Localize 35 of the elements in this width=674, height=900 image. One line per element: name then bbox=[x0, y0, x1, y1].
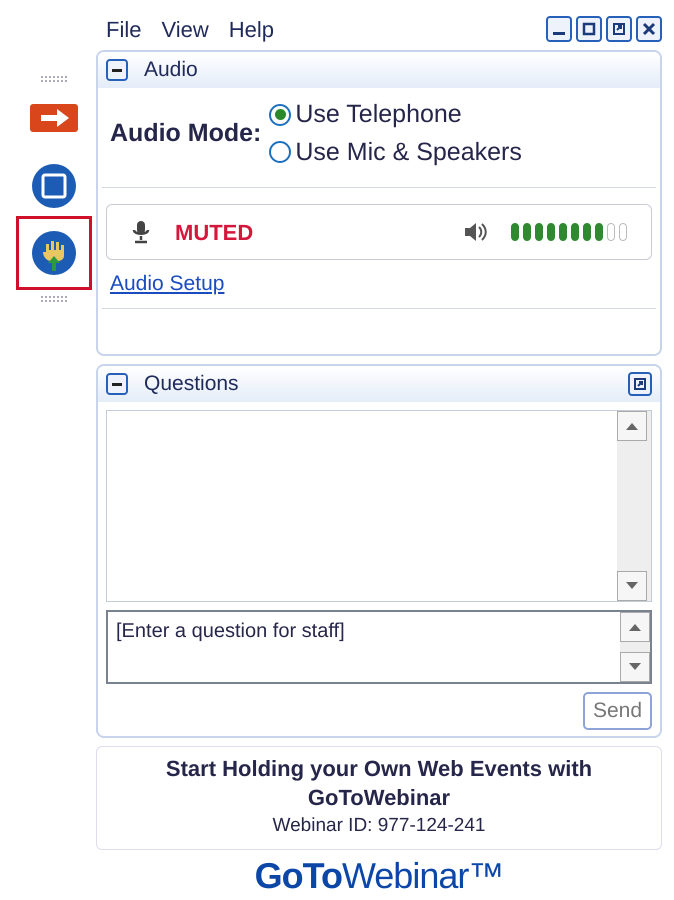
maximize-icon bbox=[581, 21, 597, 37]
close-icon bbox=[641, 21, 657, 37]
audio-mode-label: Audio Mode: bbox=[110, 118, 262, 149]
restore-button[interactable] bbox=[606, 16, 632, 42]
scroll-up-button[interactable] bbox=[617, 411, 647, 441]
webinar-id: Webinar ID: 977-124-241 bbox=[272, 814, 486, 838]
popout-button[interactable] bbox=[628, 372, 652, 396]
scroll-down-button[interactable] bbox=[617, 571, 647, 601]
microphone-icon bbox=[131, 220, 151, 244]
close-button[interactable] bbox=[636, 16, 662, 42]
collapse-button[interactable] bbox=[106, 373, 128, 395]
minimize-button[interactable] bbox=[546, 16, 572, 42]
muted-status: MUTED bbox=[175, 218, 254, 246]
logo: GoToWebinar™ bbox=[254, 858, 504, 894]
hand-icon bbox=[31, 230, 77, 276]
panel-title: Questions bbox=[144, 371, 239, 398]
radio-option[interactable]: Use Mic & Speakers bbox=[269, 134, 522, 171]
menu-item[interactable]: File bbox=[96, 12, 152, 46]
maximize-button[interactable] bbox=[576, 16, 602, 42]
audio-setup-link[interactable]: Audio Setup bbox=[110, 268, 224, 300]
radio-option[interactable]: Use Telephone bbox=[269, 96, 522, 134]
speaker-icon bbox=[463, 221, 487, 243]
restore-icon bbox=[611, 21, 627, 37]
hand-tool-button[interactable] bbox=[16, 216, 92, 290]
popout-icon bbox=[633, 377, 647, 391]
promo-headline: Start Holding your Own Web Events with GoToWebinar bbox=[164, 755, 594, 812]
down-arrow-icon bbox=[625, 581, 639, 591]
menu-item[interactable]: Help bbox=[218, 12, 284, 46]
screen-icon bbox=[31, 163, 77, 209]
panel-title: Audio bbox=[144, 57, 198, 84]
up-arrow-icon bbox=[625, 421, 639, 431]
collapse-button[interactable] bbox=[106, 59, 128, 81]
send-button[interactable]: Send bbox=[582, 692, 652, 730]
minimize-icon bbox=[553, 32, 565, 35]
menu-item[interactable]: View bbox=[151, 12, 219, 46]
